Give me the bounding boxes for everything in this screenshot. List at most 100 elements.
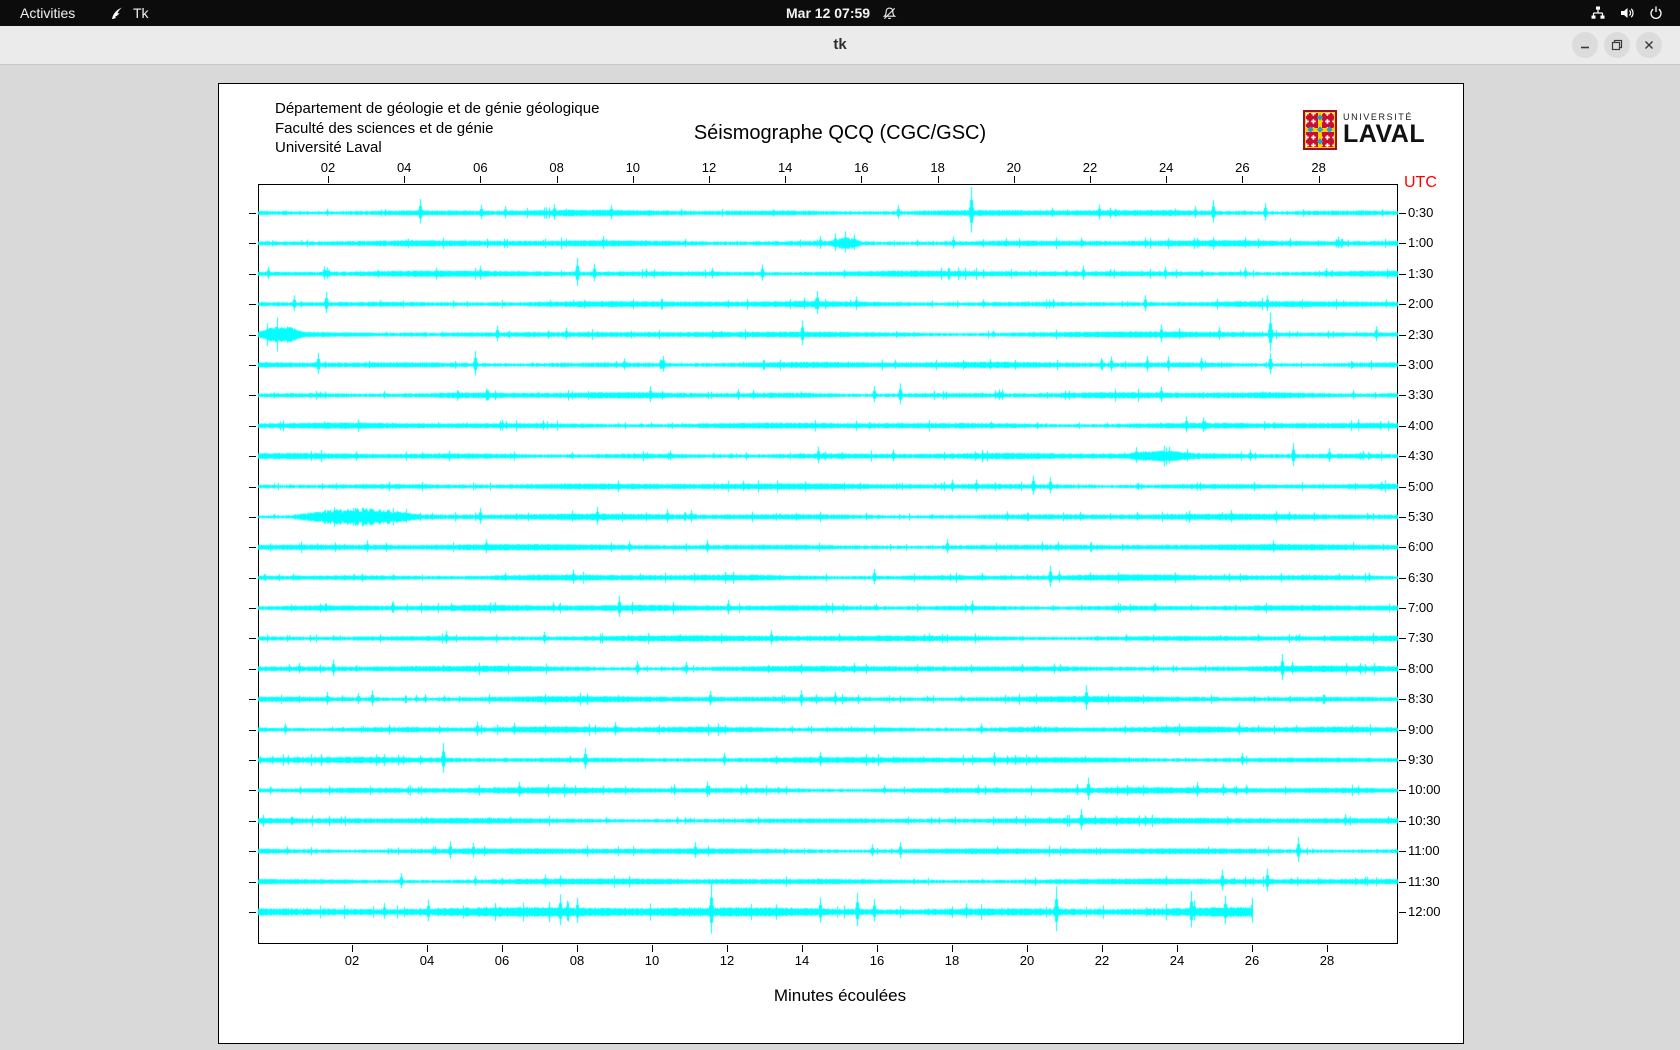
laval-wordmark: UNIVERSITÉ LAVAL	[1343, 110, 1425, 147]
y-tick-left	[249, 456, 256, 457]
clock-button[interactable]: Mar 12 07:59	[786, 0, 897, 26]
x-tick-bottom	[1327, 945, 1328, 952]
y-time-label: 11:00	[1408, 843, 1440, 858]
x-tick-label-top: 18	[930, 160, 945, 175]
x-tick-label-bottom: 12	[719, 953, 735, 968]
y-time-label: 9:30	[1408, 752, 1434, 767]
x-tick-label-bottom: 18	[944, 953, 960, 968]
y-tick-right	[1399, 730, 1406, 731]
x-tick-label-top: 22	[1082, 160, 1098, 175]
x-tick-bottom	[727, 945, 728, 952]
y-time-label: 7:00	[1408, 600, 1434, 615]
x-tick-label-bottom: 26	[1244, 953, 1260, 968]
x-tick-top	[632, 176, 634, 183]
window-title: tk	[833, 36, 847, 53]
y-tick-right	[1399, 426, 1406, 427]
y-time-label: 3:00	[1408, 357, 1434, 372]
minimize-button[interactable]	[1572, 32, 1598, 58]
y-tick-right	[1399, 821, 1406, 822]
close-button[interactable]	[1636, 32, 1662, 58]
x-tick-top	[1013, 176, 1015, 183]
x-tick-bottom	[802, 945, 803, 952]
y-tick-left	[249, 730, 256, 731]
x-tick-label-bottom: 16	[869, 953, 885, 968]
y-tick-left	[249, 274, 256, 275]
window-title-bar: tk	[0, 26, 1680, 65]
x-tick-label-top: 10	[625, 160, 641, 175]
x-tick-label-top: 24	[1158, 160, 1174, 175]
x-tick-label-top: 28	[1311, 160, 1326, 175]
y-tick-right	[1399, 699, 1406, 700]
x-tick-label-top: 04	[396, 160, 412, 175]
clock-text: Mar 12 07:59	[786, 5, 871, 21]
y-tick-left	[249, 304, 256, 305]
app-menu-button[interactable]: Tk	[104, 0, 155, 26]
x-tick-bottom	[502, 945, 503, 952]
y-tick-right	[1399, 517, 1406, 518]
y-time-label: 4:30	[1408, 448, 1434, 463]
x-tick-label-top: 14	[777, 160, 793, 175]
y-time-label: 12:00	[1408, 904, 1441, 919]
x-tick-label-bottom: 22	[1094, 953, 1110, 968]
x-tick-label-bottom: 24	[1169, 953, 1185, 968]
volume-icon	[1619, 5, 1635, 21]
x-tick-label-top: 16	[854, 160, 869, 175]
y-time-label: 0:30	[1408, 205, 1434, 220]
y-time-label: 5:30	[1408, 509, 1434, 524]
y-tick-right	[1399, 395, 1406, 396]
y-tick-right	[1399, 243, 1406, 244]
y-tick-left	[249, 851, 256, 852]
y-tick-left	[249, 547, 256, 548]
close-icon	[1643, 39, 1655, 51]
x-tick-top	[1318, 176, 1320, 183]
y-tick-right	[1399, 274, 1406, 275]
x-tick-label-bottom: 28	[1319, 953, 1335, 968]
y-time-label: 9:00	[1408, 722, 1434, 737]
x-tick-bottom	[652, 945, 653, 952]
x-tick-label-bottom: 20	[1019, 953, 1035, 968]
x-tick-label-bottom: 06	[494, 953, 510, 968]
x-tick-label-bottom: 04	[419, 953, 435, 968]
y-tick-left	[249, 912, 256, 913]
power-icon	[1648, 5, 1664, 21]
x-tick-label-top: 02	[320, 160, 336, 175]
activities-button[interactable]: Activities	[12, 0, 83, 26]
y-time-label: 6:00	[1408, 539, 1434, 554]
x-tick-top	[785, 176, 787, 183]
seismograph-canvas	[250, 178, 1410, 958]
network-wired-icon	[1590, 5, 1606, 21]
y-tick-right	[1399, 335, 1406, 336]
x-tick-bottom	[952, 945, 953, 952]
y-time-label: 10:00	[1408, 782, 1441, 797]
y-tick-right	[1399, 365, 1406, 366]
laval-crest-icon	[1303, 110, 1337, 155]
x-tick-bottom	[352, 945, 353, 952]
x-tick-bottom	[577, 945, 578, 952]
institution-line: Département de géologie et de génie géol…	[275, 100, 600, 117]
x-tick-label-top: 08	[549, 160, 564, 175]
y-tick-left	[249, 790, 256, 791]
y-tick-left	[249, 487, 256, 488]
x-tick-bottom	[1252, 945, 1253, 952]
x-tick-bottom	[1177, 945, 1178, 952]
y-tick-right	[1399, 882, 1406, 883]
x-tick-label-bottom: 02	[344, 953, 360, 968]
restore-icon	[1611, 39, 1623, 51]
y-tick-left	[249, 669, 256, 670]
y-tick-left	[249, 608, 256, 609]
system-menu-button[interactable]	[1590, 0, 1664, 26]
y-tick-left	[249, 821, 256, 822]
y-tick-right	[1399, 487, 1406, 488]
laval-logo: UNIVERSITÉ LAVAL	[1303, 110, 1425, 155]
y-tick-left	[249, 213, 256, 214]
x-tick-bottom	[1102, 945, 1103, 952]
restore-button[interactable]	[1604, 32, 1630, 58]
x-tick-label-top: 20	[1006, 160, 1022, 175]
x-tick-label-top: 26	[1235, 160, 1250, 175]
y-time-label: 5:00	[1408, 479, 1434, 494]
y-tick-right	[1399, 790, 1406, 791]
y-time-label: 2:00	[1408, 296, 1434, 311]
x-tick-top	[861, 176, 863, 183]
y-tick-left	[249, 882, 256, 883]
x-axis-label: Minutes écoulées	[773, 986, 907, 1005]
